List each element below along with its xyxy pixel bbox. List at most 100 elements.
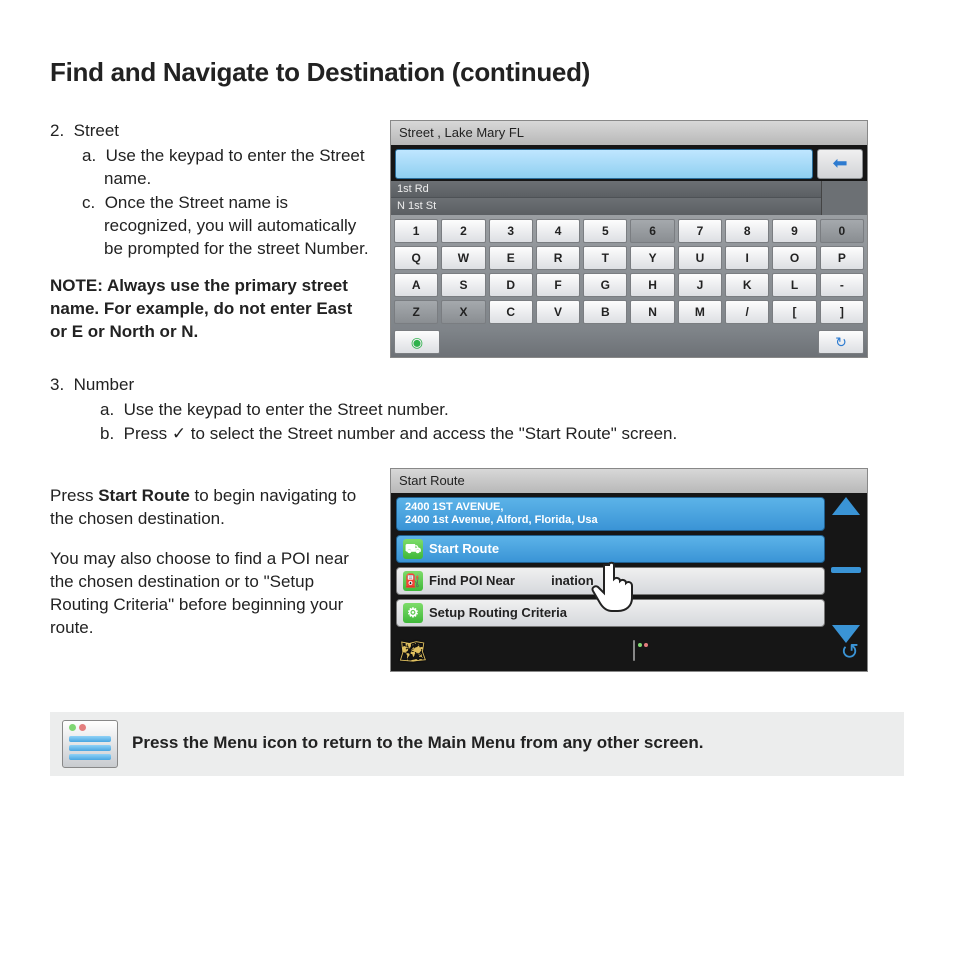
car-icon: ⛟ <box>403 539 423 559</box>
back-arrow-icon: ⬅ <box>832 151 847 175</box>
step-2c-text: Once the Street name is recognized, you … <box>104 193 369 258</box>
check-icon: ✓ <box>172 424 186 443</box>
key-z[interactable]: Z <box>394 300 438 324</box>
note-text: NOTE: Always use the primary street name… <box>50 275 370 344</box>
start-route-label: Start Route <box>429 540 499 558</box>
backspace-button[interactable]: ⬅ <box>817 149 863 179</box>
key-h[interactable]: H <box>630 273 674 297</box>
key-x[interactable]: X <box>441 300 485 324</box>
key--[interactable]: - <box>820 273 864 297</box>
key-i[interactable]: I <box>725 246 769 270</box>
sr-bold: Start Route <box>98 486 190 505</box>
step-2a-letter: a. <box>82 146 96 165</box>
pointer-hand-icon <box>591 559 641 613</box>
key-n[interactable]: N <box>630 300 674 324</box>
suggestion-scrollbar[interactable] <box>821 181 867 216</box>
step-2a-text: Use the keypad to enter the Street name. <box>104 146 365 188</box>
key-/[interactable]: / <box>725 300 769 324</box>
suggestion-1[interactable]: 1st Rd <box>391 181 821 199</box>
gps1-title: Street , Lake Mary FL <box>391 121 867 145</box>
key-7[interactable]: 7 <box>678 219 722 243</box>
street-input[interactable] <box>395 149 813 179</box>
scroll-column <box>829 497 863 643</box>
step-3a: a. Use the keypad to enter the Street nu… <box>100 399 904 422</box>
key-0[interactable]: 0 <box>820 219 864 243</box>
undo-button[interactable]: ↻ <box>818 330 864 354</box>
key-p[interactable]: P <box>820 246 864 270</box>
step-2c-letter: c. <box>82 193 95 212</box>
key-][interactable]: ] <box>820 300 864 324</box>
key-d[interactable]: D <box>489 273 533 297</box>
scroll-indicator <box>831 567 861 573</box>
key-f[interactable]: F <box>536 273 580 297</box>
menu-icon[interactable] <box>633 640 635 663</box>
gps-street-entry-screen: Street , Lake Mary FL ⬅ 1st Rd N 1st St … <box>390 120 868 358</box>
step-3: 3. Number a. Use the keypad to enter the… <box>50 374 904 446</box>
key-c[interactable]: C <box>489 300 533 324</box>
key-8[interactable]: 8 <box>725 219 769 243</box>
scroll-up-icon[interactable] <box>832 497 860 515</box>
step-3a-letter: a. <box>100 400 114 419</box>
key-[[interactable]: [ <box>772 300 816 324</box>
key-4[interactable]: 4 <box>536 219 580 243</box>
check-circle-icon: ◉ <box>411 333 423 352</box>
key-t[interactable]: T <box>583 246 627 270</box>
key-y[interactable]: Y <box>630 246 674 270</box>
map-icon[interactable]: 🗺 <box>399 637 427 667</box>
step-2c: c. Once the Street name is recognized, y… <box>82 192 370 261</box>
step-3b-letter: b. <box>100 424 114 443</box>
address-line-2: 2400 1st Avenue, Alford, Florida, Usa <box>405 514 816 527</box>
ok-button[interactable]: ◉ <box>394 330 440 354</box>
key-9[interactable]: 9 <box>772 219 816 243</box>
footer-tip-box: Press the Menu icon to return to the Mai… <box>50 712 904 776</box>
address-bar[interactable]: 2400 1ST AVENUE, 2400 1st Avenue, Alford… <box>396 497 825 531</box>
gear-icon: ⚙ <box>403 603 423 623</box>
suggestion-2[interactable]: N 1st St <box>391 198 821 215</box>
key-q[interactable]: Q <box>394 246 438 270</box>
step-2a: a. Use the keypad to enter the Street na… <box>82 145 370 191</box>
key-a[interactable]: A <box>394 273 438 297</box>
step-2-number: 2. <box>50 121 64 140</box>
key-b[interactable]: B <box>583 300 627 324</box>
key-s[interactable]: S <box>441 273 485 297</box>
poi-paragraph: You may also choose to find a POI near t… <box>50 548 370 640</box>
step-3b-post: to select the Street number and access t… <box>186 424 677 443</box>
gps2-title: Start Route <box>391 469 867 493</box>
key-k[interactable]: K <box>725 273 769 297</box>
step-3-label: Number <box>74 375 134 394</box>
key-w[interactable]: W <box>441 246 485 270</box>
address-line-1: 2400 1ST AVENUE, <box>405 501 816 514</box>
key-6[interactable]: 6 <box>630 219 674 243</box>
start-route-paragraph: Press Start Route to begin navigating to… <box>50 485 370 531</box>
step-3b-pre: Press <box>124 424 172 443</box>
menu-icon-large <box>62 720 118 768</box>
step-2-label: Street <box>74 121 119 140</box>
key-m[interactable]: M <box>678 300 722 324</box>
key-1[interactable]: 1 <box>394 219 438 243</box>
key-e[interactable]: E <box>489 246 533 270</box>
setup-routing-label: Setup Routing Criteria <box>429 604 567 622</box>
fuel-pump-icon: ⛽ <box>403 571 423 591</box>
scroll-down-icon <box>832 625 860 643</box>
step-3-number: 3. <box>50 375 64 394</box>
key-2[interactable]: 2 <box>441 219 485 243</box>
key-u[interactable]: U <box>678 246 722 270</box>
find-poi-label: Find POI Near ination <box>429 572 594 590</box>
step-2: 2. Street a. Use the keypad to enter the… <box>50 120 370 261</box>
sr-pre: Press <box>50 486 98 505</box>
key-o[interactable]: O <box>772 246 816 270</box>
key-j[interactable]: J <box>678 273 722 297</box>
key-g[interactable]: G <box>583 273 627 297</box>
key-l[interactable]: L <box>772 273 816 297</box>
gps-start-route-screen: Start Route 2400 1ST AVENUE, 2400 1st Av… <box>390 468 868 672</box>
key-r[interactable]: R <box>536 246 580 270</box>
footer-tip-text: Press the Menu icon to return to the Mai… <box>132 732 703 755</box>
key-3[interactable]: 3 <box>489 219 533 243</box>
step-3b: b. Press ✓ to select the Street number a… <box>100 423 904 446</box>
undo-icon: ↻ <box>835 333 847 352</box>
key-v[interactable]: V <box>536 300 580 324</box>
on-screen-keyboard: 1234567890 QWERTYUIOP ASDFGHJKL- ZXCVBNM… <box>391 215 867 330</box>
page-title: Find and Navigate to Destination (contin… <box>50 55 904 90</box>
step-3a-text: Use the keypad to enter the Street numbe… <box>124 400 449 419</box>
key-5[interactable]: 5 <box>583 219 627 243</box>
